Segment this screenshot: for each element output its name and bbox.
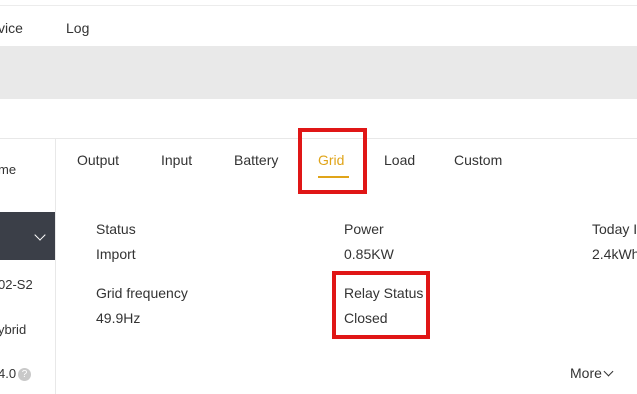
device-model: 02-S2	[0, 277, 33, 292]
tab-battery[interactable]: Battery	[234, 152, 278, 168]
device-sidebar	[0, 139, 55, 394]
tab-output[interactable]: Output	[77, 152, 119, 168]
nav-item-log[interactable]: Log	[66, 20, 89, 36]
top-navigation: vice Log	[0, 0, 637, 46]
power-value: 0.85KW	[344, 246, 394, 262]
firmware-version: 4.0	[0, 366, 17, 381]
sidebar-border	[55, 139, 56, 394]
top-divider	[0, 5, 637, 6]
tab-input[interactable]: Input	[161, 152, 192, 168]
help-circle-icon[interactable]: ?	[18, 368, 31, 381]
chevron-down-icon	[603, 366, 614, 377]
grid-frequency-value: 49.9Hz	[96, 310, 141, 326]
status-value: Import	[96, 246, 136, 262]
more-label: More	[570, 365, 602, 381]
chevron-down-icon	[34, 229, 46, 241]
today-import-value: 2.4kWh	[592, 246, 637, 262]
sidebar-item-home[interactable]: me	[0, 162, 16, 177]
nav-item-device[interactable]: vice	[0, 20, 23, 36]
tab-custom[interactable]: Custom	[454, 152, 502, 168]
relay-status-highlight	[332, 271, 430, 339]
device-type: ybrid	[0, 322, 27, 337]
tab-load[interactable]: Load	[384, 152, 415, 168]
today-import-label: Today I	[592, 221, 637, 237]
header-banner	[0, 46, 637, 99]
grid-tab-highlight	[298, 128, 367, 194]
power-label: Power	[344, 221, 384, 237]
status-label: Status	[96, 221, 136, 237]
device-selector[interactable]	[0, 212, 55, 260]
grid-frequency-label: Grid frequency	[96, 285, 188, 301]
more-button[interactable]: More	[570, 365, 614, 381]
